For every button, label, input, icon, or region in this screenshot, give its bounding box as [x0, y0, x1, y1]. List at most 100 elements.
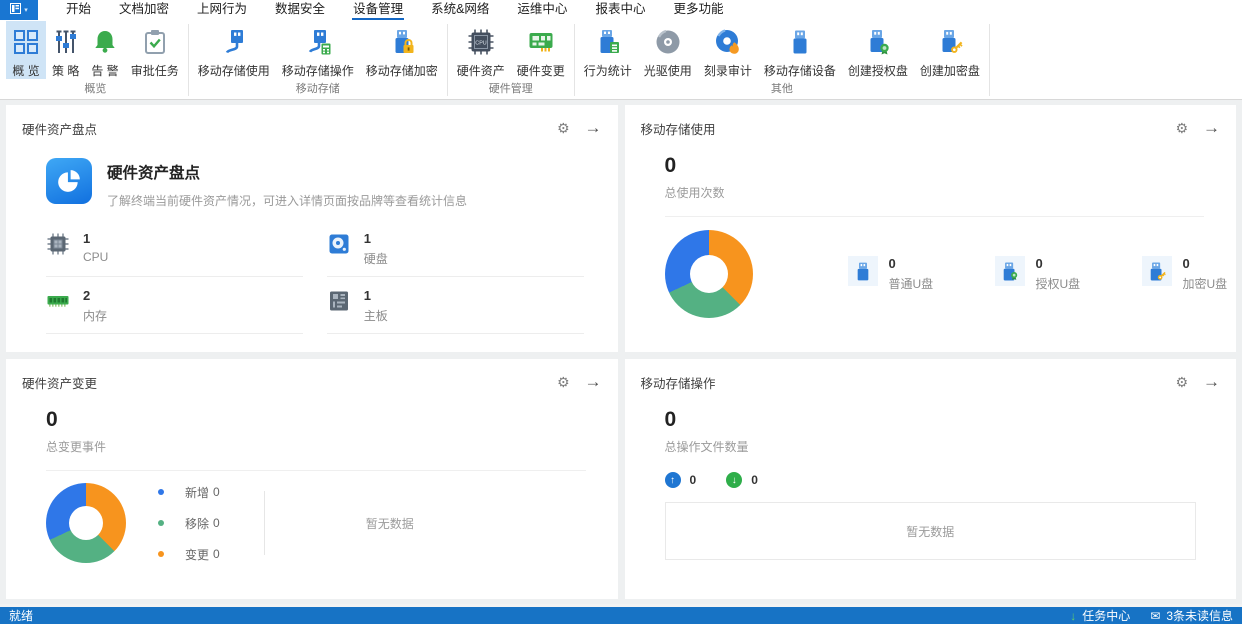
- ribbon-button-label: 移动存储设备: [764, 62, 836, 79]
- legend-item-removed: 移除 0: [158, 515, 220, 532]
- ribbon-separator: [989, 24, 990, 96]
- ribbon-group-overview: 概 览 策 略 告 警 审批任务 概览: [3, 20, 188, 99]
- cpu-chip-icon: CPU: [467, 27, 495, 57]
- usb-stats-icon: [594, 27, 622, 57]
- menu-item-ops-center[interactable]: 运维中心: [503, 0, 581, 20]
- stat-value: 0: [1036, 256, 1081, 271]
- ribbon-button-create-encrypted-disk[interactable]: 创建加密盘: [914, 21, 986, 79]
- ribbon-button-create-authorized-disk[interactable]: 创建授权盘: [842, 21, 914, 79]
- ribbon-button-label: 移动存储加密: [366, 62, 438, 79]
- gear-icon[interactable]: [557, 120, 570, 137]
- stat-label: 加密U盘: [1183, 275, 1228, 292]
- stat-value: 1: [364, 288, 388, 303]
- arrow-down-circle-icon: [726, 472, 742, 488]
- menu-item-more-features[interactable]: 更多功能: [659, 0, 737, 20]
- legend-dot: [158, 489, 164, 495]
- arrow-right-icon[interactable]: [585, 118, 602, 138]
- usb-normal-icon: [848, 256, 878, 286]
- unread-messages-label: 3条未读信息: [1166, 607, 1233, 624]
- ribbon-button-optical-usage[interactable]: 光驱使用: [638, 21, 698, 79]
- overview-grid-icon: [12, 27, 40, 57]
- unread-messages-button[interactable]: 3条未读信息: [1150, 607, 1233, 624]
- ribbon-group-other: 行为统计 光驱使用 刻录审计 移动存储设备: [575, 20, 989, 99]
- dashboard-grid: 硬件资产盘点 硬件资产盘点 了解终端当前硬件资产情况，可进入详情页面按品牌等查看…: [0, 100, 1242, 604]
- stat-value: 0: [1183, 256, 1228, 271]
- ribbon-button-storage-usage[interactable]: 移动存储使用: [192, 21, 276, 79]
- stat-label: 主板: [364, 307, 388, 324]
- ribbon-button-approval-tasks[interactable]: 审批任务: [125, 21, 185, 79]
- arrow-right-icon[interactable]: [1203, 372, 1220, 392]
- ribbon-group-removable-storage: 移动存储使用 移动存储操作 移动存储加密 移动存储: [189, 20, 447, 99]
- stat-value: 0: [889, 256, 934, 271]
- stat-normal-usb: 0 普通U盘: [848, 256, 940, 292]
- chevron-down-icon: ▾: [24, 7, 28, 14]
- legend-dot: [158, 551, 164, 557]
- divider: [665, 216, 1205, 217]
- gear-icon[interactable]: [1175, 374, 1188, 391]
- ribbon-button-label: 硬件变更: [517, 62, 565, 79]
- empty-state-box: 暂无数据: [665, 502, 1197, 560]
- stat-label: 普通U盘: [889, 275, 934, 292]
- task-center-button[interactable]: 任务中心: [1070, 607, 1130, 624]
- ribbon-button-burn-audit[interactable]: 刻录审计: [698, 21, 758, 79]
- ribbon-group-label: 概览: [3, 79, 188, 100]
- ribbon-button-hardware-assets[interactable]: CPU 硬件资产: [451, 21, 511, 79]
- ribbon-button-behavior-stats[interactable]: 行为统计: [578, 21, 638, 79]
- card-title: 硬件资产盘点: [22, 119, 97, 138]
- policy-sliders-icon: [53, 27, 79, 57]
- ribbon-button-label: 审批任务: [131, 62, 179, 79]
- app-menu-button[interactable]: ▾: [0, 0, 38, 20]
- ribbon-button-policy[interactable]: 策 略: [46, 21, 85, 79]
- stat-authorized-usb: 0授权U盘: [995, 256, 1087, 292]
- usb-authorized-icon: [995, 256, 1025, 286]
- usb-authorize-icon: [864, 27, 892, 57]
- upload-counter: 0: [665, 472, 697, 488]
- empty-state-text: 暂无数据: [906, 523, 954, 540]
- menu-item-start[interactable]: 开始: [52, 0, 105, 20]
- usb-plug-icon: [220, 27, 248, 57]
- legend-label: 变更: [185, 546, 209, 563]
- stat-value: 1: [83, 231, 108, 246]
- stat-label: 内存: [83, 307, 107, 324]
- approval-clipboard-icon: [142, 27, 168, 57]
- burn-audit-icon: [714, 27, 742, 57]
- ribbon-button-overview[interactable]: 概 览: [6, 21, 46, 79]
- hardware-board-icon: [527, 27, 555, 57]
- ribbon-button-storage-encryption[interactable]: 移动存储加密: [360, 21, 444, 79]
- ribbon-button-storage-devices[interactable]: 移动存储设备: [758, 21, 842, 79]
- legend-item-changed: 变更 0: [158, 546, 220, 563]
- ribbon-button-storage-operation[interactable]: 移动存储操作: [276, 21, 360, 79]
- ribbon-button-label: 行为统计: [584, 62, 632, 79]
- svg-text:CPU: CPU: [475, 40, 486, 46]
- gear-icon[interactable]: [557, 374, 570, 391]
- legend-dot: [158, 520, 164, 526]
- app-window-icon: [10, 3, 21, 17]
- status-ready-text: 就绪: [9, 607, 33, 624]
- cpu-icon: [46, 232, 70, 259]
- stat-encrypted-usb: 0 加密U盘: [1142, 256, 1234, 292]
- ribbon-group-hardware: CPU 硬件资产 硬件变更 硬件管理: [448, 20, 574, 99]
- storage-usage-donut-chart: [665, 230, 753, 318]
- ribbon-button-hardware-changes[interactable]: 硬件变更: [511, 21, 571, 79]
- menu-item-data-security[interactable]: 数据安全: [261, 0, 339, 20]
- menu-item-system-network[interactable]: 系统&网络: [417, 0, 503, 20]
- stat-cpu: 1CPU: [46, 231, 303, 277]
- arrow-right-icon[interactable]: [585, 372, 602, 392]
- ribbon-button-label: 移动存储操作: [282, 62, 354, 79]
- stat-value: 2: [83, 288, 107, 303]
- counter-value: 0: [751, 473, 758, 487]
- legend-item-added: 新增 0: [158, 484, 220, 501]
- total-usage-value: 0: [665, 154, 1221, 178]
- menu-item-web-behavior[interactable]: 上网行为: [183, 0, 261, 20]
- ribbon-button-alarm[interactable]: 告 警: [85, 21, 124, 79]
- arrow-right-icon[interactable]: [1203, 118, 1220, 138]
- menu-item-device-management[interactable]: 设备管理: [339, 0, 417, 20]
- card-title: 移动存储使用: [641, 119, 716, 138]
- menu-item-doc-encryption[interactable]: 文档加密: [105, 0, 183, 20]
- stat-harddisk: 1硬盘: [327, 231, 584, 277]
- hardware-changes-donut-chart: [46, 483, 126, 563]
- menu-item-report-center[interactable]: 报表中心: [581, 0, 659, 20]
- legend-label: 移除: [185, 515, 209, 532]
- card-hardware-inventory: 硬件资产盘点 硬件资产盘点 了解终端当前硬件资产情况，可进入详情页面按品牌等查看…: [6, 105, 618, 352]
- gear-icon[interactable]: [1175, 120, 1188, 137]
